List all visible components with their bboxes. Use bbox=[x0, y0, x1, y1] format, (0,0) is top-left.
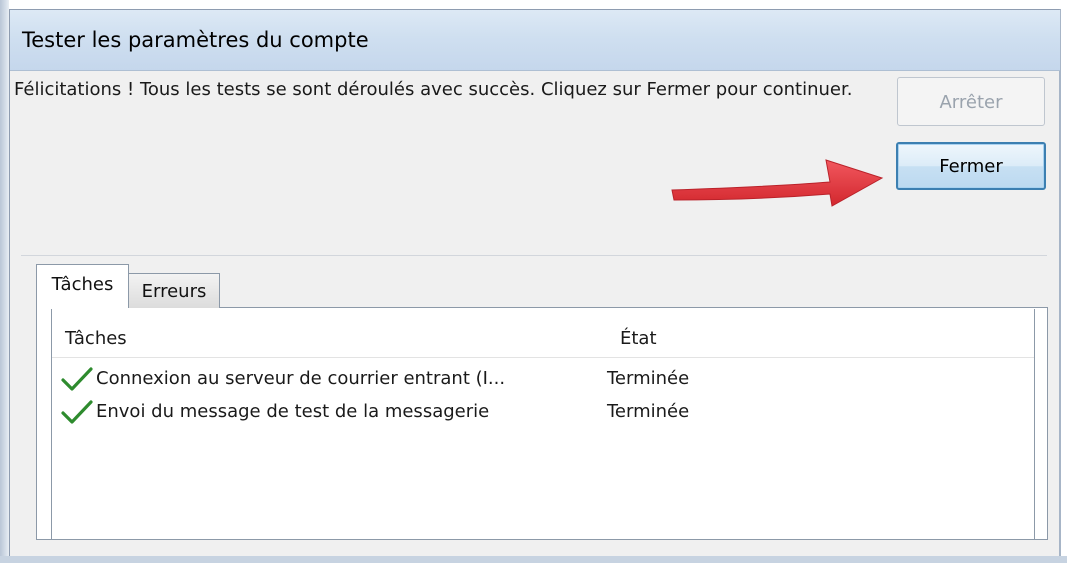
window-bottom-edge bbox=[0, 556, 1067, 563]
tab-tasks[interactable]: Tâches bbox=[36, 264, 129, 308]
tab-errors[interactable]: Erreurs bbox=[129, 273, 220, 308]
screenshot: Tester les paramètres du compte Félicita… bbox=[0, 0, 1067, 563]
divider bbox=[21, 255, 1047, 256]
check-icon bbox=[61, 400, 93, 424]
task-state: Terminée bbox=[607, 368, 690, 389]
red-arrow-icon bbox=[671, 159, 884, 207]
check-icon bbox=[61, 367, 93, 391]
stop-button[interactable]: Arrêter bbox=[897, 77, 1045, 126]
task-name: Envoi du message de test de la messageri… bbox=[96, 401, 490, 422]
close-button[interactable]: Fermer bbox=[896, 142, 1046, 190]
list-header: Tâches État bbox=[52, 309, 1034, 358]
column-header-tasks[interactable]: Tâches bbox=[65, 328, 127, 349]
window-edge bbox=[0, 0, 9, 563]
table-row[interactable]: Envoi du message de test de la messageri… bbox=[52, 397, 1034, 427]
title-bar[interactable]: Tester les paramètres du compte bbox=[10, 10, 1060, 71]
dialog-title: Tester les paramètres du compte bbox=[22, 28, 369, 52]
status-message: Félicitations ! Tous les tests se sont d… bbox=[14, 79, 853, 100]
tasks-list[interactable]: Tâches État Connexion au serveur de cour… bbox=[51, 309, 1035, 539]
task-name: Connexion au serveur de courrier entrant… bbox=[96, 368, 506, 389]
table-row[interactable]: Connexion au serveur de courrier entrant… bbox=[52, 364, 1034, 394]
column-header-state[interactable]: État bbox=[620, 328, 657, 349]
task-state: Terminée bbox=[607, 401, 690, 422]
